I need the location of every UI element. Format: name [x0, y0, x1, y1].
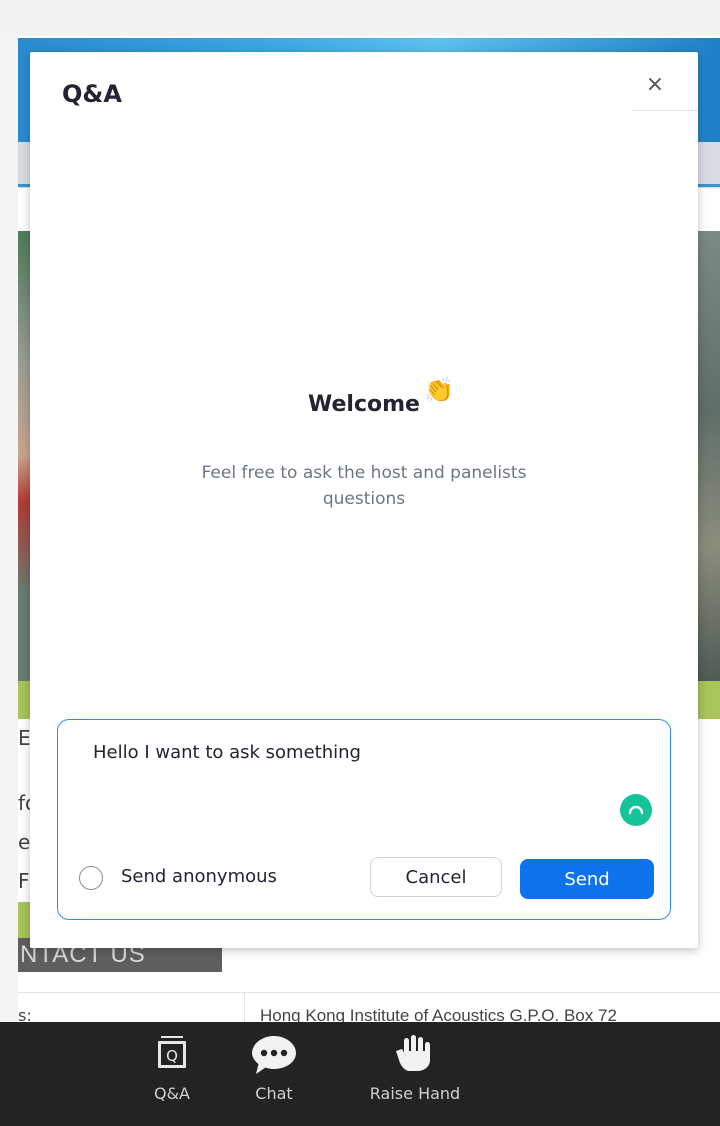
- send-anonymous-checkbox[interactable]: [79, 866, 103, 890]
- toolbar-raise-hand-button[interactable]: Raise Hand: [352, 1022, 478, 1126]
- raise-hand-icon: [396, 1035, 430, 1071]
- qa-icon: Q: [158, 1036, 186, 1068]
- divider: [632, 110, 698, 111]
- divider: [244, 992, 245, 1026]
- grammarly-icon[interactable]: [620, 794, 652, 826]
- divider: [18, 992, 720, 993]
- question-input[interactable]: Hello I want to ask something: [93, 742, 361, 763]
- cancel-button[interactable]: Cancel: [370, 857, 502, 897]
- browser-top-strip: [0, 0, 720, 36]
- question-compose-box[interactable]: Hello I want to ask something Send anony…: [57, 719, 671, 920]
- toolbar-qa-label: Q&A: [153, 1084, 190, 1103]
- qa-dialog: Q&A × Welcome 👏 Feel free to ask the hos…: [30, 52, 698, 948]
- chat-icon: [252, 1036, 296, 1074]
- toolbar-raise-hand-label: Raise Hand: [369, 1084, 461, 1103]
- meeting-toolbar: Q Q&A Chat Raise Hand: [0, 1022, 720, 1126]
- toolbar-chat-button[interactable]: Chat: [234, 1022, 314, 1126]
- clapping-hands-icon: 👏: [424, 376, 454, 404]
- welcome-section: Welcome 👏: [30, 376, 698, 417]
- side-letter: E: [18, 726, 31, 750]
- side-letter: F: [18, 869, 30, 893]
- dialog-title: Q&A: [62, 80, 122, 108]
- welcome-title-text: Welcome: [308, 392, 420, 417]
- welcome-subtitle: Feel free to ask the host and panelists …: [201, 463, 527, 509]
- send-anonymous-label: Send anonymous: [121, 866, 277, 887]
- side-letter: e: [18, 830, 31, 854]
- welcome-title: Welcome 👏: [308, 376, 454, 417]
- svg-text:Q: Q: [166, 1047, 178, 1065]
- send-button[interactable]: Send: [520, 859, 654, 899]
- toolbar-qa-button[interactable]: Q Q&A: [134, 1022, 210, 1126]
- close-icon[interactable]: ×: [634, 64, 676, 106]
- toolbar-chat-label: Chat: [255, 1084, 293, 1103]
